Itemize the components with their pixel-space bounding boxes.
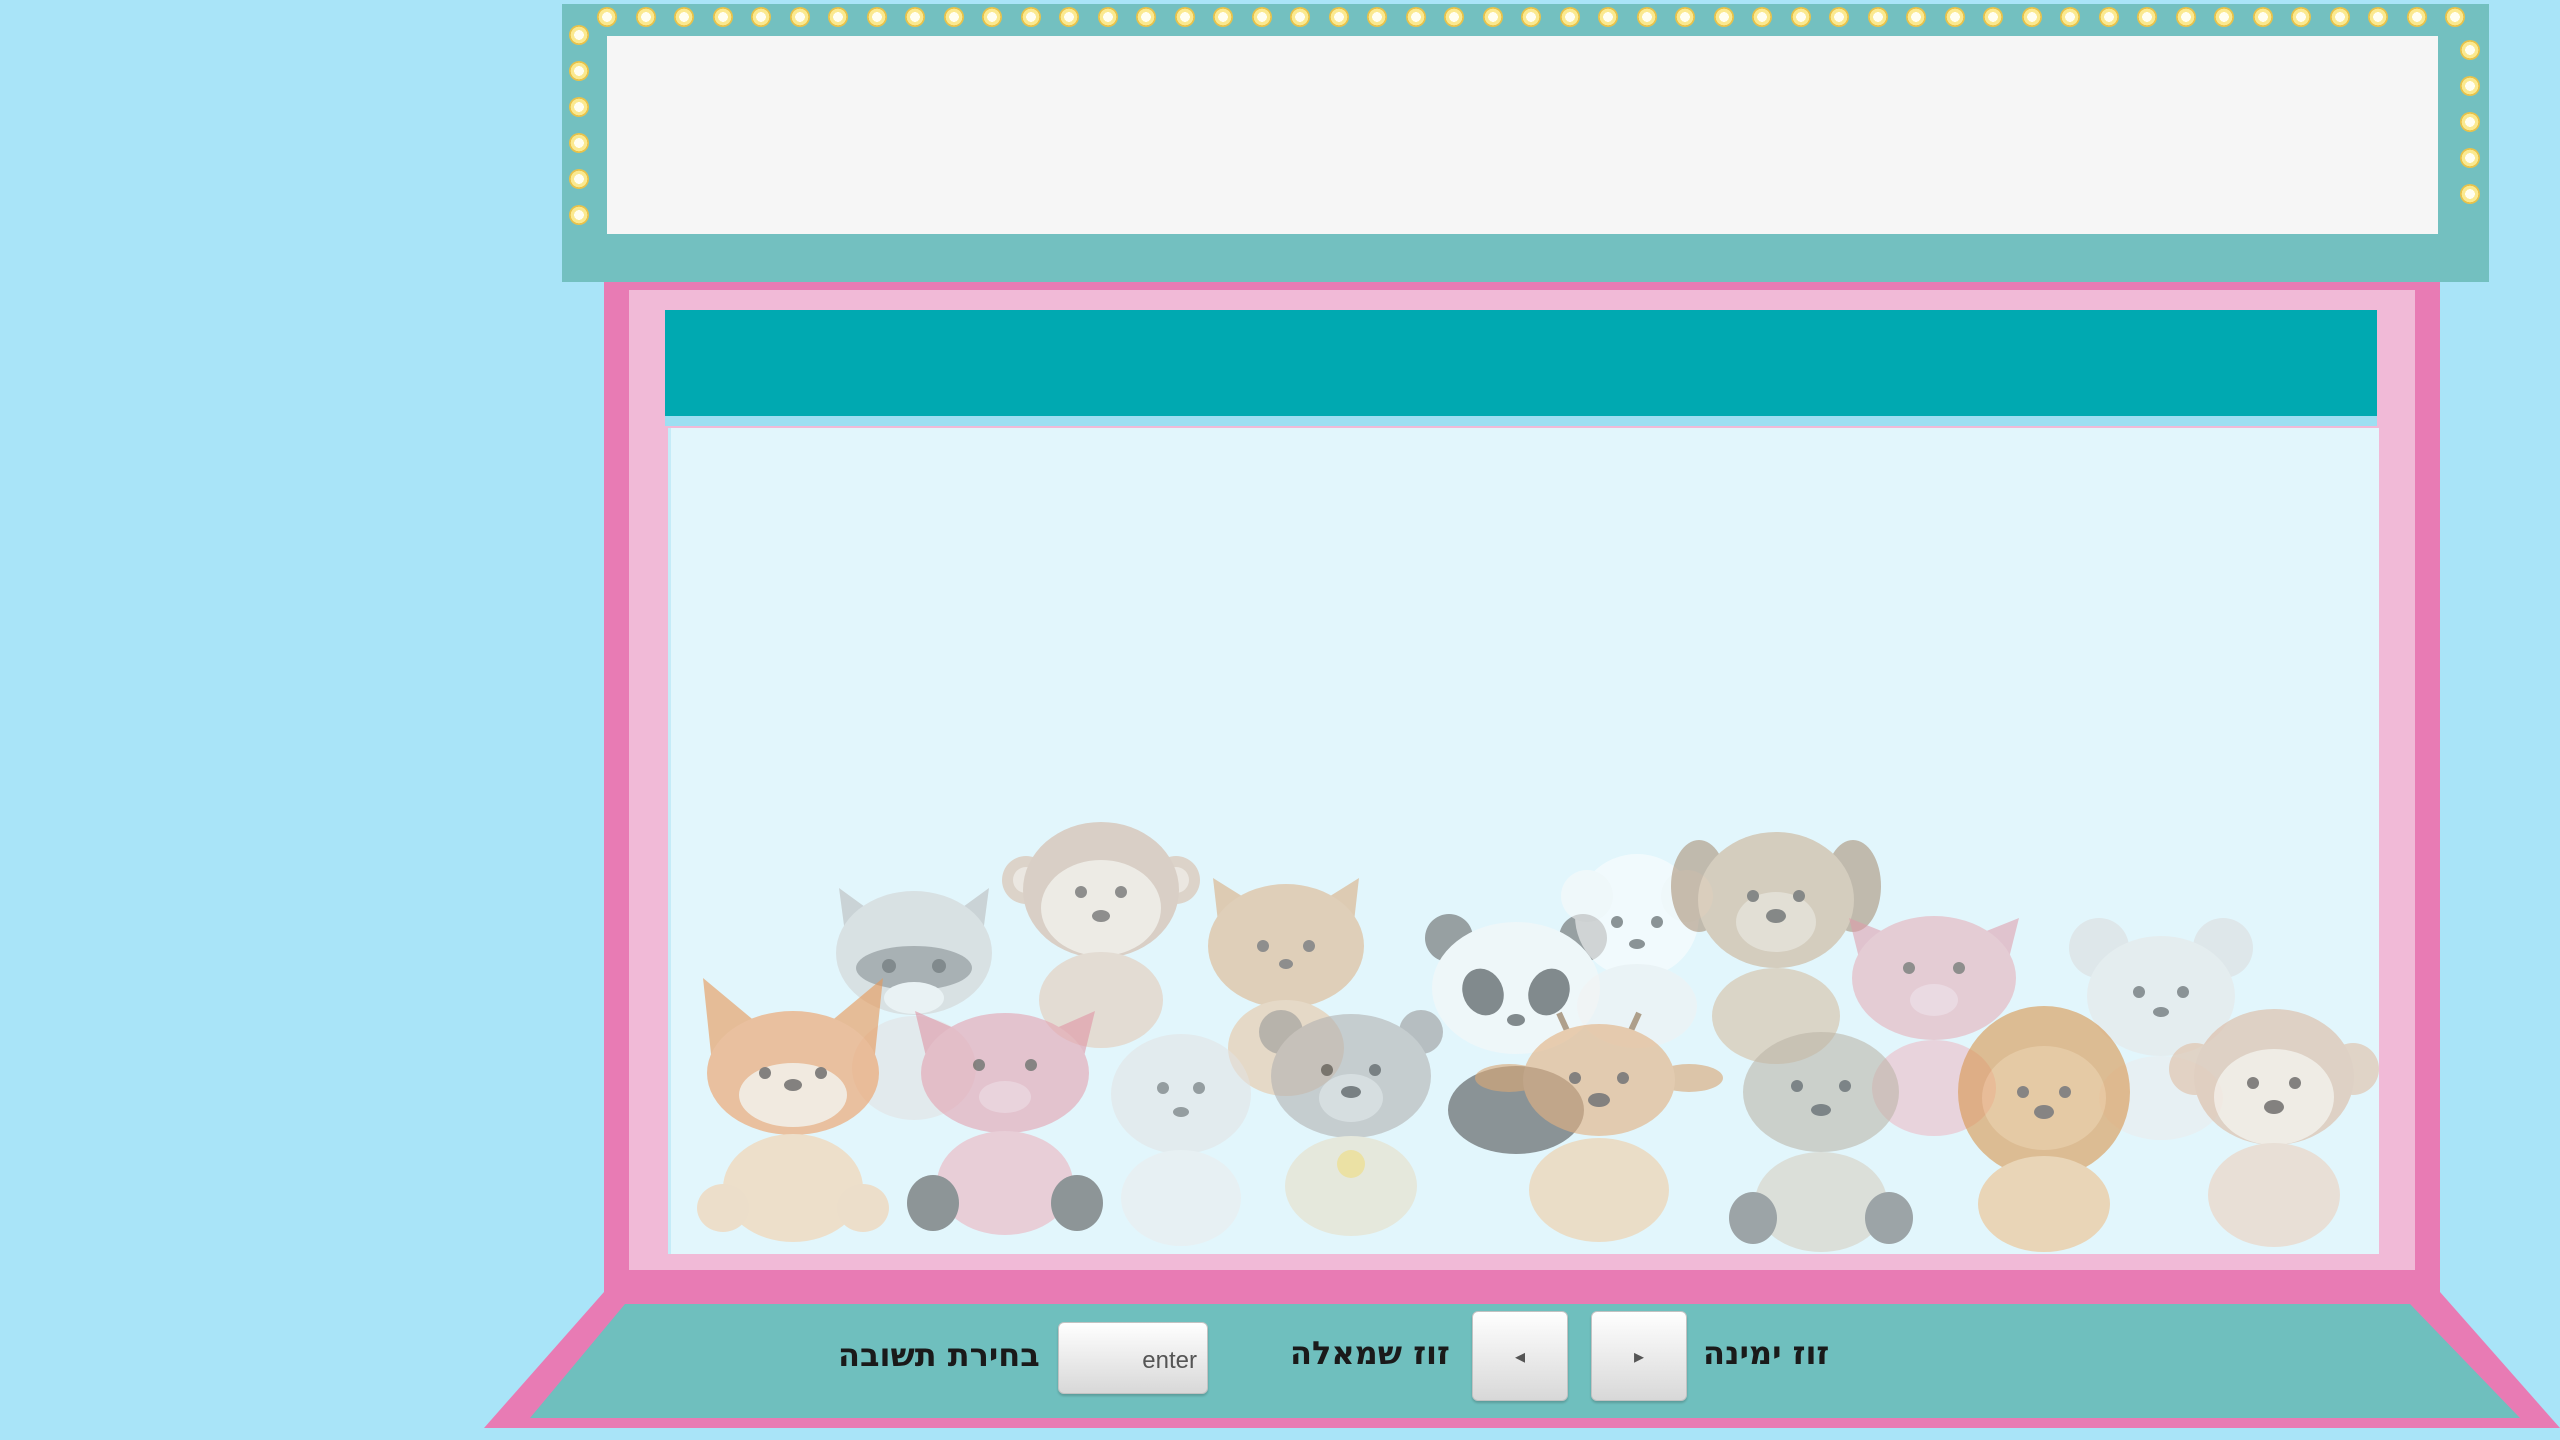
marquee-bulb [569,169,589,189]
marquee-bulb [1020,7,1041,27]
monkey-plush-front [2169,1003,2379,1253]
marquee-bulb [569,97,589,117]
marquee-bulb [2137,7,2157,27]
marquee-bulb [2252,7,2273,27]
marquee-bulb [1521,7,1541,27]
marquee-sign [562,4,2489,282]
marquee-bulb [866,7,887,27]
marquee-bulb [569,61,589,81]
marquee-bulb [2329,7,2350,27]
enter-key-label: enter [1142,1347,1197,1374]
marquee-bulb [2175,7,2196,27]
marquee-bulb [674,7,694,27]
marquee-bulb [2460,112,2480,132]
marquee-bulb [789,7,810,27]
question-banner [665,310,2377,416]
marquee-bulb [828,7,848,27]
enter-key-button[interactable]: enter [1058,1322,1208,1394]
marquee-bulb [1790,7,1811,27]
marquee-bulb [2368,7,2388,27]
marquee-bulb [2445,7,2465,27]
select-answer-label: בחירת תשובה [838,1336,1040,1374]
marquee-bulb [1444,7,1464,27]
marquee-bulb [2291,7,2311,27]
marquee-bulb [751,7,771,27]
marquee-bulb [1829,7,1849,27]
marquee-bulb [1636,7,1657,27]
marquee-bulb [597,7,617,27]
marquee-bulb [2460,184,2480,204]
marquee-bulb [569,133,589,153]
marquee-bulb [905,7,925,27]
claw-machine-cabinet [604,282,2440,1298]
marquee-bulb [1405,7,1426,27]
marquee-bulb [712,7,733,27]
bear-plush [1251,1006,1451,1246]
move-right-button[interactable]: ▸ [1591,1311,1687,1401]
marquee-bulb [1136,7,1156,27]
fox-plush [693,973,893,1243]
marquee-bulb [1059,7,1079,27]
seal-plush [1721,1026,1921,1254]
marquee-bulb [2214,7,2234,27]
marquee-bulb [1559,7,1580,27]
control-panel-base [484,1292,2560,1428]
marquee-bulb [1944,7,1965,27]
marquee-bulb [1752,7,1772,27]
hippo-plush [1101,1028,1261,1248]
banner-underline [665,416,2377,426]
marquee-bulb [1675,7,1695,27]
marquee-bulb [2060,7,2080,27]
marquee-bulb [1906,7,1926,27]
left-arrow-icon: ◂ [1514,1344,1526,1368]
marquee-bulb [1983,7,2003,27]
marquee-bulb [982,7,1002,27]
marquee-bulb [2460,76,2480,96]
marquee-bulb [1290,7,1310,27]
marquee-bulb [2460,148,2480,168]
marquee-bulb [1713,7,1734,27]
right-arrow-icon: ▸ [1633,1344,1645,1368]
marquee-bulb [2021,7,2042,27]
marquee-bulb [1482,7,1503,27]
move-left-button[interactable]: ◂ [1472,1311,1568,1401]
marquee-bulb [1251,7,1272,27]
move-left-label: זוז שמאלה [1290,1334,1450,1372]
move-right-label: זוז ימינה [1703,1334,1830,1372]
marquee-display [607,36,2438,234]
marquee-bulb [2406,7,2427,27]
marquee-bulb [1867,7,1888,27]
marquee-bulb [2460,40,2480,60]
pig-plush-front [905,1003,1105,1243]
lion-plush [1939,1006,2149,1254]
marquee-bulb [1328,7,1349,27]
deer-plush [1475,1008,1723,1248]
control-panel [0,1290,2560,1440]
marquee-bulb [1174,7,1195,27]
marquee-bulb [1213,7,1233,27]
marquee-bulb [1367,7,1387,27]
marquee-bulb [635,7,656,27]
marquee-bulb [943,7,964,27]
prize-window [668,428,2379,1254]
marquee-bulb [569,205,589,225]
marquee-bulb [2098,7,2119,27]
marquee-bulb [569,25,589,45]
marquee-bulb [1097,7,1118,27]
marquee-bulb [1598,7,1618,27]
